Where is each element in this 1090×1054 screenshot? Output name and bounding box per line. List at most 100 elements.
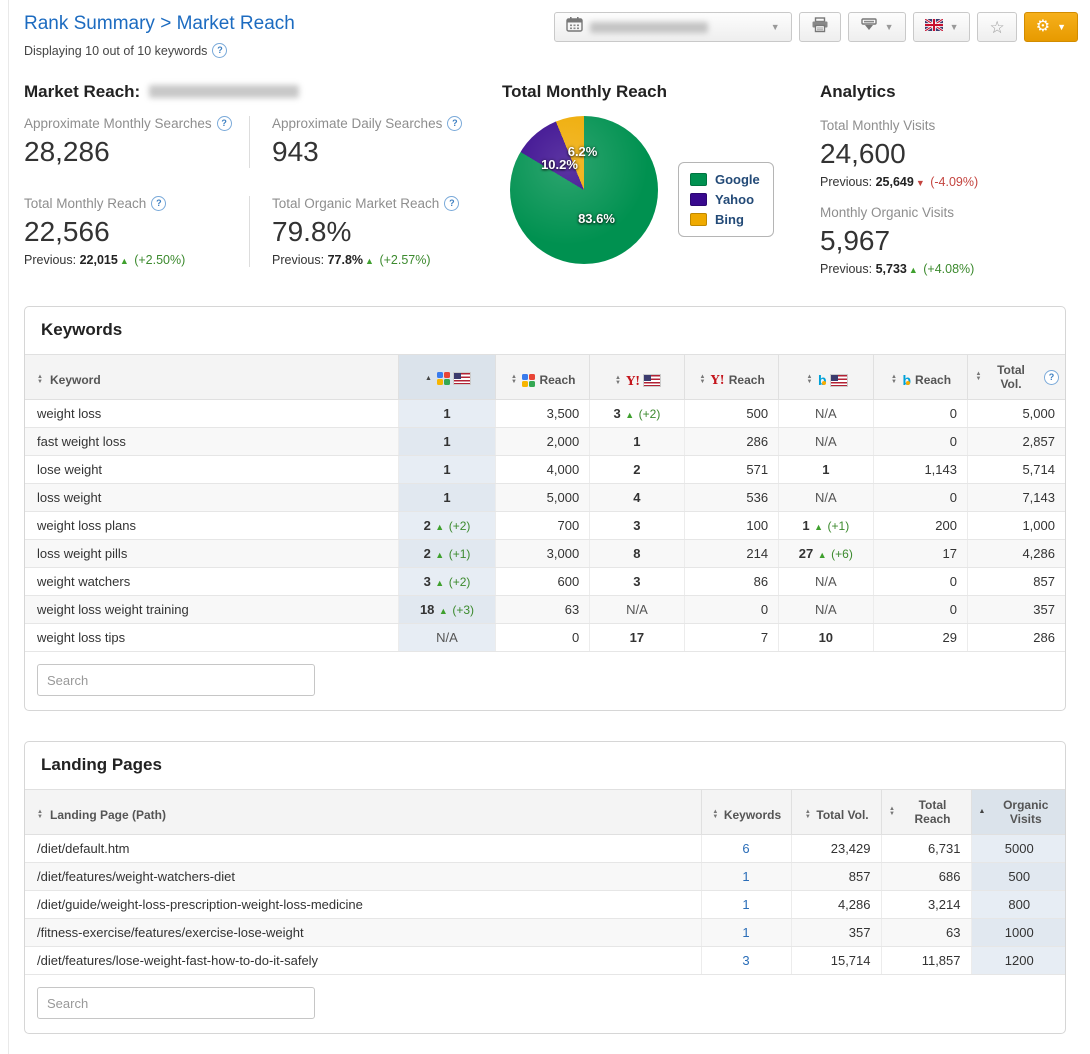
legend-label: Google [715,172,760,187]
legend-swatch [690,173,707,186]
analytics-title: Analytics [820,82,1066,102]
rank-cell: 3 [590,568,684,596]
stat-value: 943 [272,136,502,168]
keyword-row: weight loss plans2 ▲ (+2)70031001 ▲ (+1)… [25,512,1065,540]
pie-slice-label: 83.6% [578,211,615,226]
rank-cell: 1 [399,484,495,512]
keyword-cell: weight loss [25,400,399,428]
page-header: Rank Summary > Market Reach Displaying 1… [24,0,1066,58]
help-icon[interactable]: ? [212,43,227,58]
pie-slice-label: 10.2% [541,157,578,172]
rank-cell: 17 [590,624,684,652]
settings-button[interactable]: ⚙ ▼ [1024,12,1078,42]
landing-page-row: /diet/features/lose-weight-fast-how-to-d… [25,947,1066,975]
keywords-column-header-reach[interactable]: bReach [873,355,967,400]
favorite-button[interactable]: ☆ [977,12,1016,42]
yahoo-reach-cell: 536 [684,484,778,512]
keywords-count-link[interactable]: 1 [701,863,791,891]
landing-page-path-cell: /diet/features/weight-watchers-diet [25,863,701,891]
breadcrumb[interactable]: Rank Summary > Market Reach [24,12,295,36]
help-icon[interactable]: ? [1044,370,1059,385]
yahoo-icon: Y! [626,375,640,387]
google-reach-cell: 63 [495,596,589,624]
keywords-count-link[interactable]: 1 [701,919,791,947]
stat-label: Total Organic Market Reach? [272,196,502,211]
gear-icon: ⚙ [1036,19,1050,35]
rank-cell: N/A [779,484,873,512]
keywords-column-header-reach[interactable]: Y!Reach [684,355,778,400]
pie-slice-label: 6.2% [568,144,598,159]
help-icon[interactable]: ? [444,196,459,211]
keyword-cell: lose weight [25,456,399,484]
stat-label: Approximate Daily Searches? [272,116,502,131]
organic-visits-cell: 1000 [971,919,1066,947]
keywords-column-header-reach[interactable]: Reach [495,355,589,400]
rank-cell: 10 [779,624,873,652]
chevron-down-icon: ▼ [771,23,780,32]
keywords-count-link[interactable]: 3 [701,947,791,975]
help-icon[interactable]: ? [217,116,232,131]
keywords-column-header-google[interactable] [399,355,495,400]
landing-column-header-organic-visits[interactable]: Organic Visits [971,790,1066,835]
keyword-cell: fast weight loss [25,428,399,456]
stat-label: Total Monthly Visits [820,118,1066,133]
yahoo-reach-cell: 214 [684,540,778,568]
bing-reach-cell: 0 [873,568,967,596]
keywords-column-header-yahoo[interactable]: Y! [590,355,684,400]
export-button[interactable]: ▼ [848,12,906,42]
landing-page-path-cell: /diet/features/lose-weight-fast-how-to-d… [25,947,701,975]
market-reach-section: Market Reach: Approximate Monthly Search… [24,82,502,276]
rank-cell: 1 [779,456,873,484]
help-icon[interactable]: ? [151,196,166,211]
keyword-cell: weight loss tips [25,624,399,652]
rank-cell: 18 ▲ (+3) [399,596,495,624]
rank-cell: 2 ▲ (+1) [399,540,495,568]
stat-label: Monthly Organic Visits [820,205,1066,220]
yahoo-reach-cell: 7 [684,624,778,652]
keywords-count-link[interactable]: 6 [701,835,791,863]
landing-column-header-landing-page-path[interactable]: Landing Page (Path) [25,790,701,835]
keywords-column-header-total-vol[interactable]: Total Vol.? [968,355,1066,400]
rank-cell: 3 ▲ (+2) [590,400,684,428]
stat-value: 5,967 [820,225,1066,257]
rank-cell: 3 [590,512,684,540]
rank-cell: 3 ▲ (+2) [399,568,495,596]
language-selector[interactable]: ▼ [913,12,971,42]
landing-column-header-keywords[interactable]: Keywords [701,790,791,835]
chevron-down-icon: ▼ [885,23,894,32]
analytics-section: Analytics Total Monthly Visits24,600Prev… [820,82,1066,276]
keywords-search-input[interactable] [37,664,315,696]
landing-page-row: /diet/guide/weight-loss-prescription-wei… [25,891,1066,919]
keywords-count-link[interactable]: 1 [701,891,791,919]
rank-cell: 1 [399,428,495,456]
legend-swatch [690,193,707,206]
landing-page-row: /fitness-exercise/features/exercise-lose… [25,919,1066,947]
stat-value: 22,566 [24,216,249,248]
total-reach-cell: 686 [881,863,971,891]
yahoo-reach-cell: 500 [684,400,778,428]
help-icon[interactable]: ? [447,116,462,131]
landing-pages-search-input[interactable] [37,987,315,1019]
google-reach-cell: 4,000 [495,456,589,484]
date-range-picker[interactable]: ▼ [554,12,792,42]
keywords-column-header-bing[interactable]: b [779,355,873,400]
yahoo-icon: Y! [711,374,725,386]
stat-block: Total Organic Market Reach?79.8%Previous… [272,196,502,267]
rank-cell: N/A [779,428,873,456]
total-volume-cell: 4,286 [791,891,881,919]
chevron-down-icon: ▼ [1057,23,1066,32]
keywords-column-header-keyword[interactable]: Keyword [25,355,399,400]
landing-column-header-total-vol[interactable]: Total Vol. [791,790,881,835]
print-button[interactable] [799,12,841,42]
organic-visits-cell: 800 [971,891,1066,919]
landing-column-header-total-reach[interactable]: Total Reach [881,790,971,835]
calendar-icon [566,17,583,37]
legend-label: Yahoo [715,192,754,207]
total-volume-cell: 1,000 [968,512,1066,540]
total-volume-cell: 5,714 [968,456,1066,484]
google-reach-cell: 2,000 [495,428,589,456]
keyword-cell: weight loss weight training [25,596,399,624]
keyword-row: weight loss weight training18 ▲ (+3)63N/… [25,596,1065,624]
keyword-row: weight loss13,5003 ▲ (+2)500N/A05,000 [25,400,1065,428]
rank-cell: N/A [779,400,873,428]
